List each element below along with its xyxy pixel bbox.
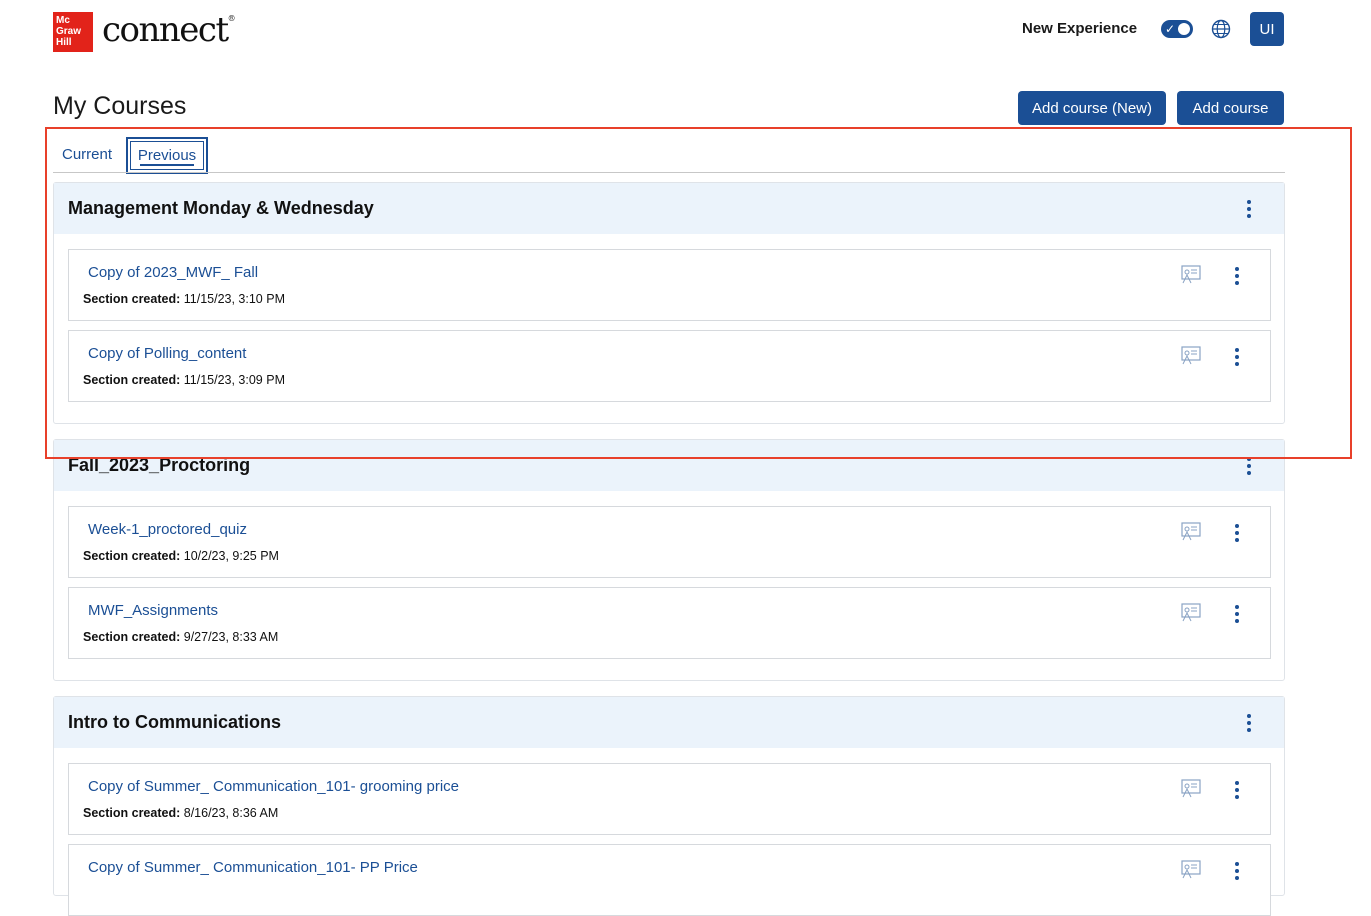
section-link[interactable]: Week-1_proctored_quiz: [88, 521, 247, 538]
instructor-presentation-icon[interactable]: [1181, 345, 1201, 365]
instructor-presentation-icon[interactable]: [1181, 264, 1201, 284]
new-experience-toggle[interactable]: ✓: [1161, 20, 1193, 38]
section-more-options-icon[interactable]: [1229, 266, 1245, 286]
page-title: My Courses: [53, 92, 187, 120]
section-more-options-icon[interactable]: [1229, 523, 1245, 543]
section-card: Copy of Summer_ Communication_101- groom…: [68, 763, 1271, 835]
globe-icon[interactable]: [1211, 19, 1231, 39]
course-more-options-icon[interactable]: [1241, 713, 1257, 733]
section-created: Section created: 10/2/23, 9:25 PM: [83, 549, 279, 563]
course-group: Management Monday & Wednesday Copy of 20…: [53, 182, 1285, 424]
add-course-new-button[interactable]: Add course (New): [1018, 91, 1166, 125]
course-group-header: Fall_2023_Proctoring: [54, 440, 1284, 491]
section-created: Section created: 9/27/23, 8:33 AM: [83, 630, 279, 644]
course-group: Fall_2023_Proctoring Week-1_proctored_qu…: [53, 439, 1285, 681]
section-created: Section created: 11/15/23, 3:09 PM: [83, 373, 285, 387]
course-group-header: Intro to Communications: [54, 697, 1284, 748]
tab-previous-label: Previous: [137, 147, 197, 164]
instructor-presentation-icon[interactable]: [1181, 859, 1201, 879]
course-more-options-icon[interactable]: [1241, 456, 1257, 476]
section-more-options-icon[interactable]: [1229, 780, 1245, 800]
new-experience-label: New Experience: [1022, 20, 1138, 37]
mcgraw-hill-logo: Mc Graw Hill: [53, 12, 93, 52]
toggle-knob: [1178, 23, 1190, 35]
instructor-presentation-icon[interactable]: [1181, 602, 1201, 622]
section-more-options-icon[interactable]: [1229, 604, 1245, 624]
course-title: Intro to Communications: [68, 712, 281, 732]
toggle-check-icon: ✓: [1165, 22, 1176, 36]
section-card: Copy of 2023_MWF_ Fall Section created: …: [68, 249, 1271, 321]
connect-logo[interactable]: connect®: [102, 10, 236, 50]
section-card: Week-1_proctored_quiz Section created: 1…: [68, 506, 1271, 578]
section-link[interactable]: Copy of 2023_MWF_ Fall: [88, 264, 258, 281]
section-link[interactable]: Copy of Summer_ Communication_101- PP Pr…: [88, 859, 418, 876]
tab-previous[interactable]: Previous: [126, 137, 208, 174]
tab-selected-underline: [140, 164, 194, 166]
course-title: Management Monday & Wednesday: [68, 198, 374, 218]
section-more-options-icon[interactable]: [1229, 347, 1245, 367]
course-group-header: Management Monday & Wednesday: [54, 183, 1284, 234]
section-card: Copy of Summer_ Communication_101- PP Pr…: [68, 844, 1271, 916]
add-course-button[interactable]: Add course: [1177, 91, 1284, 125]
section-link[interactable]: Copy of Summer_ Communication_101- groom…: [88, 778, 459, 795]
instructor-presentation-icon[interactable]: [1181, 778, 1201, 798]
section-card: Copy of Polling_content Section created:…: [68, 330, 1271, 402]
section-created: Section created: 11/15/23, 3:10 PM: [83, 292, 285, 306]
instructor-presentation-icon[interactable]: [1181, 521, 1201, 541]
tabs-divider: [53, 172, 1285, 173]
section-more-options-icon[interactable]: [1229, 861, 1245, 881]
section-card: MWF_Assignments Section created: 9/27/23…: [68, 587, 1271, 659]
course-title: Fall_2023_Proctoring: [68, 455, 251, 475]
section-created: Section created: 8/16/23, 8:36 AM: [83, 806, 279, 820]
section-link[interactable]: Copy of Polling_content: [88, 345, 246, 362]
tab-current[interactable]: Current: [62, 146, 112, 163]
course-group: Intro to Communications Copy of Summer_ …: [53, 696, 1285, 916]
section-link[interactable]: MWF_Assignments: [88, 602, 218, 619]
user-avatar[interactable]: UI: [1250, 12, 1284, 46]
course-more-options-icon[interactable]: [1241, 199, 1257, 219]
